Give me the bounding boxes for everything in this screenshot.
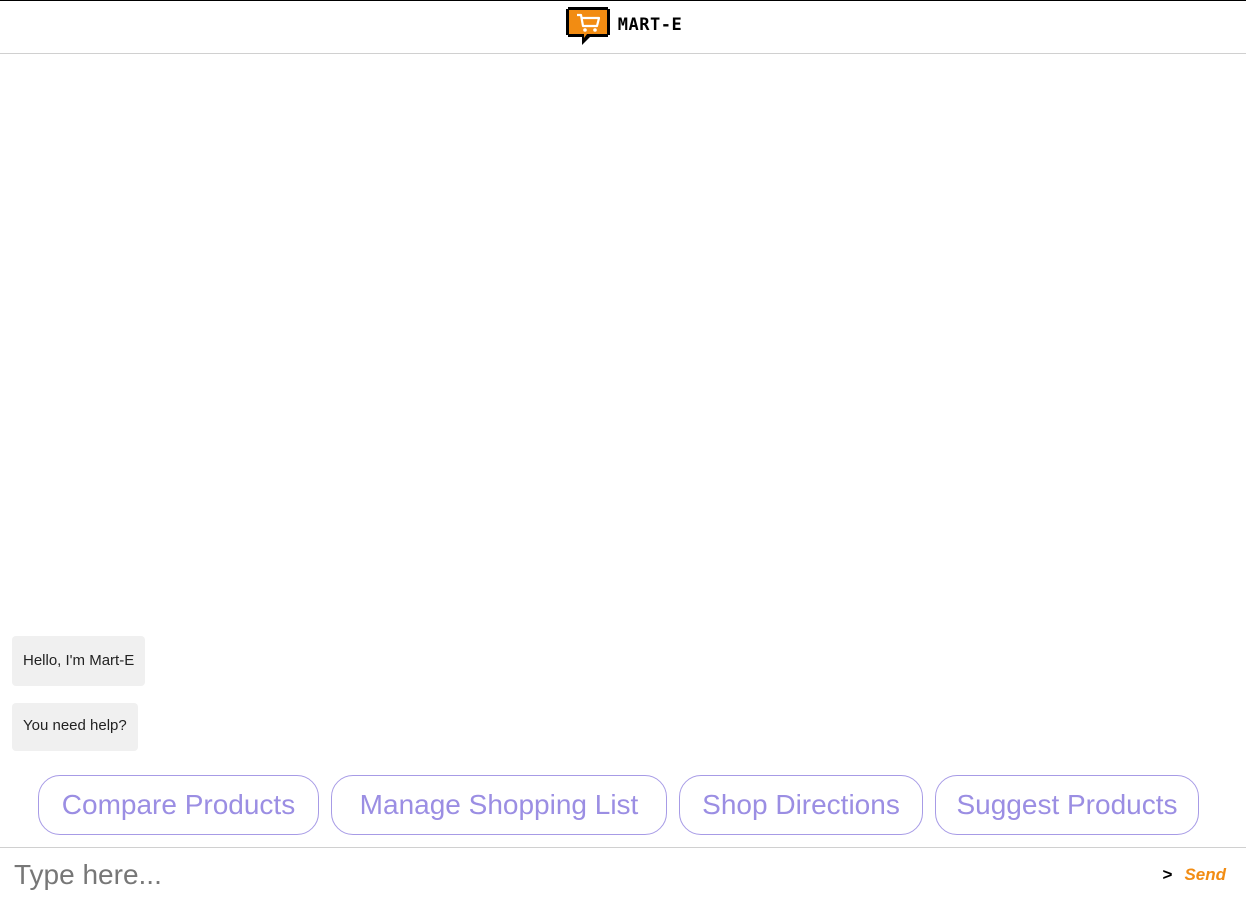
message-list: Hello, I'm Mart-E You need help?	[12, 636, 146, 751]
bot-message: You need help?	[12, 703, 138, 751]
header: MART-E	[0, 1, 1246, 54]
message-composer: > Send	[0, 847, 1246, 901]
suggest-products-button[interactable]: Suggest Products	[935, 775, 1199, 835]
message-input[interactable]	[0, 849, 1163, 901]
send-arrow-icon: >	[1162, 865, 1173, 884]
shop-directions-button[interactable]: Shop Directions	[679, 775, 923, 835]
app-name: MART-E	[617, 15, 683, 35]
send-button[interactable]: > Send	[1163, 865, 1246, 885]
chat-app: MART-E Hello, I'm Mart-E You need help? …	[0, 0, 1246, 901]
compare-products-button[interactable]: Compare Products	[38, 775, 319, 835]
send-label: Send	[1184, 865, 1226, 884]
brand: MART-E	[564, 5, 682, 49]
quick-replies: Compare Products Manage Shopping List Sh…	[38, 775, 1199, 835]
manage-shopping-list-button[interactable]: Manage Shopping List	[331, 775, 667, 835]
shopping-cart-speech-bubble-icon	[565, 7, 610, 45]
bot-message: Hello, I'm Mart-E	[12, 636, 146, 686]
